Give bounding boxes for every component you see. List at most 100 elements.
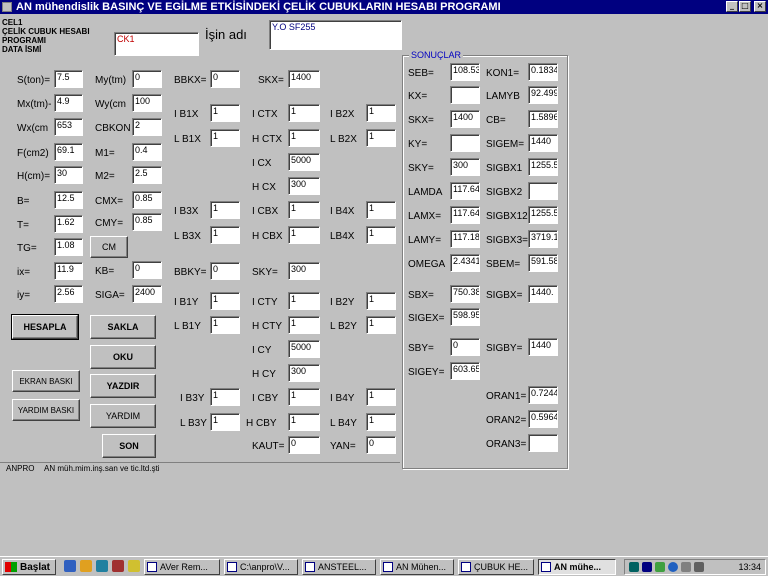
col5-yan-input[interactable]: 0 (366, 436, 396, 454)
tray-display-icon[interactable] (694, 562, 704, 572)
result-left-input[interactable] (450, 86, 480, 104)
col5-b4x-input[interactable]: 1 (366, 201, 396, 219)
result-right-input[interactable]: 591.58 (528, 254, 558, 272)
result-left-input[interactable]: 2.4341 (450, 254, 480, 272)
title-bar[interactable]: AN mühendislik BASINÇ VE EGİLME ETKİSİND… (0, 0, 768, 14)
col4-icby-input[interactable]: 1 (288, 388, 320, 406)
col3-b1y-input[interactable]: 1 (210, 292, 240, 310)
col2-field-input[interactable]: 0 (132, 70, 162, 88)
oku-button[interactable]: OKU (90, 345, 156, 369)
col3-b3y-input[interactable]: 1 (210, 388, 240, 406)
result-right-input[interactable]: 1.5896 (528, 110, 558, 128)
result-left-input[interactable]: 0 (450, 338, 480, 356)
result-left-input[interactable]: 603.65 (450, 362, 480, 380)
col2b-field-input[interactable]: 0 (132, 261, 162, 279)
tray-network-icon[interactable] (655, 562, 665, 572)
col1-field-input[interactable]: 11.9 (54, 262, 83, 280)
tray-volume-icon[interactable] (681, 562, 691, 572)
result-right-input[interactable]: 0.5964 (528, 410, 558, 428)
taskbar-task[interactable]: AN mühe... (538, 559, 616, 575)
col4-hcbx-input[interactable]: 1 (288, 226, 320, 244)
result-left-input[interactable]: 117.64 (450, 206, 480, 224)
result-left-input[interactable]: 300 (450, 158, 480, 176)
tray-language-icon[interactable] (642, 562, 652, 572)
minimize-button[interactable]: _ (726, 1, 738, 12)
col4-icy-input[interactable]: 5000 (288, 340, 320, 358)
result-left-input[interactable]: 117.18 (450, 230, 480, 248)
taskbar-task[interactable]: AN Mühen... (380, 559, 454, 575)
col5-lb2y-input[interactable]: 1 (366, 316, 396, 334)
son-button[interactable]: SON (102, 434, 156, 458)
col4-hcty-input[interactable]: 1 (288, 316, 320, 334)
taskbar-task[interactable]: AVer Rem... (144, 559, 220, 575)
result-right-input[interactable] (528, 182, 558, 200)
col1-field-input[interactable]: 2.56 (54, 285, 83, 303)
result-right-input[interactable]: 0.7244 (528, 386, 558, 404)
hesapla-button[interactable]: HESAPLA (11, 314, 79, 340)
close-button[interactable]: × (754, 1, 766, 12)
col4-kaut-input[interactable]: 0 (288, 436, 320, 454)
col1-field-input[interactable]: 7.5 (54, 70, 83, 88)
col4-icx-input[interactable]: 5000 (288, 153, 320, 171)
result-right-input[interactable]: 1440 (528, 338, 558, 356)
result-left-input[interactable]: 108.53 (450, 63, 480, 81)
taskbar-task[interactable]: ÇUBUK HE... (458, 559, 534, 575)
result-right-input[interactable]: 1440 (528, 134, 558, 152)
col4-hcx-input[interactable]: 300 (288, 177, 320, 195)
col1-field-input[interactable]: 1.62 (54, 215, 83, 233)
sakla-button[interactable]: SAKLA (90, 315, 156, 339)
col5-lb4y-input[interactable]: 1 (366, 413, 396, 431)
col2-field-input[interactable]: 0.85 (132, 213, 162, 231)
yardim-baski-button[interactable]: YARDIM BASKI (12, 399, 80, 421)
col3-lb1y-input[interactable]: 1 (210, 316, 240, 334)
col2-field-input[interactable]: 0.85 (132, 191, 162, 209)
col5-b2y-input[interactable]: 1 (366, 292, 396, 310)
col3-lb1x-input[interactable]: 1 (210, 129, 240, 147)
col1-field-input[interactable]: 653 (54, 118, 83, 136)
result-left-input[interactable] (450, 134, 480, 152)
col2-field-input[interactable]: 0.4 (132, 143, 162, 161)
col3-lb3x-input[interactable]: 1 (210, 226, 240, 244)
result-left-input[interactable]: 598.95 (450, 308, 480, 326)
result-left-input[interactable]: 1400 (450, 110, 480, 128)
col4-sky-input[interactable]: 300 (288, 262, 320, 280)
result-right-input[interactable]: 1255.5 (528, 206, 558, 224)
col1-field-input[interactable]: 4.9 (54, 94, 83, 112)
col3-b1x-input[interactable]: 1 (210, 104, 240, 122)
col3-lb3y-input[interactable]: 1 (210, 413, 240, 431)
col4-hctx-input[interactable]: 1 (288, 129, 320, 147)
col1-field-input[interactable]: 30 (54, 166, 83, 184)
result-right-input[interactable] (528, 434, 558, 452)
work-name-input[interactable]: Y.O SF255 (269, 20, 402, 50)
channels-icon[interactable] (112, 560, 124, 572)
result-right-input[interactable]: 0.1834 (528, 63, 558, 81)
result-left-input[interactable]: 750.38 (450, 285, 480, 303)
tray-globe-icon[interactable] (668, 562, 678, 572)
col1-field-input[interactable]: 12.5 (54, 191, 83, 209)
col4-skx-input[interactable]: 1400 (288, 70, 320, 88)
col4-ictx-input[interactable]: 1 (288, 104, 320, 122)
col5-lb2x-input[interactable]: 1 (366, 129, 396, 147)
explorer-icon[interactable] (128, 560, 140, 572)
col2-field-input[interactable]: 2 (132, 118, 162, 136)
result-left-input[interactable]: 117.64 (450, 182, 480, 200)
start-button[interactable]: Başlat (2, 559, 56, 575)
ekran-baski-button[interactable]: EKRAN BASKI (12, 370, 80, 392)
tray-app-icon[interactable] (629, 562, 639, 572)
col1-field-input[interactable]: 69.1 (54, 143, 83, 161)
col5-lb4x-input[interactable]: 1 (366, 226, 396, 244)
col4-hcby-input[interactable]: 1 (288, 413, 320, 431)
result-right-input[interactable]: 1255.5 (528, 158, 558, 176)
col3-bbkx-input[interactable]: 0 (210, 70, 240, 88)
result-right-input[interactable]: 92.499 (528, 86, 558, 104)
col4-icty-input[interactable]: 1 (288, 292, 320, 310)
browser-icon[interactable] (80, 560, 92, 572)
col2b-field-input[interactable]: 2400 (132, 285, 162, 303)
result-right-input[interactable]: 3719.1 (528, 230, 558, 248)
yardim-button[interactable]: YARDIM (90, 404, 156, 428)
cm-button[interactable]: CM (90, 236, 128, 258)
taskbar-task[interactable]: C:\anpro\V... (224, 559, 298, 575)
col4-hcy-input[interactable]: 300 (288, 364, 320, 382)
col5-b4y-input[interactable]: 1 (366, 388, 396, 406)
outlook-icon[interactable] (96, 560, 108, 572)
